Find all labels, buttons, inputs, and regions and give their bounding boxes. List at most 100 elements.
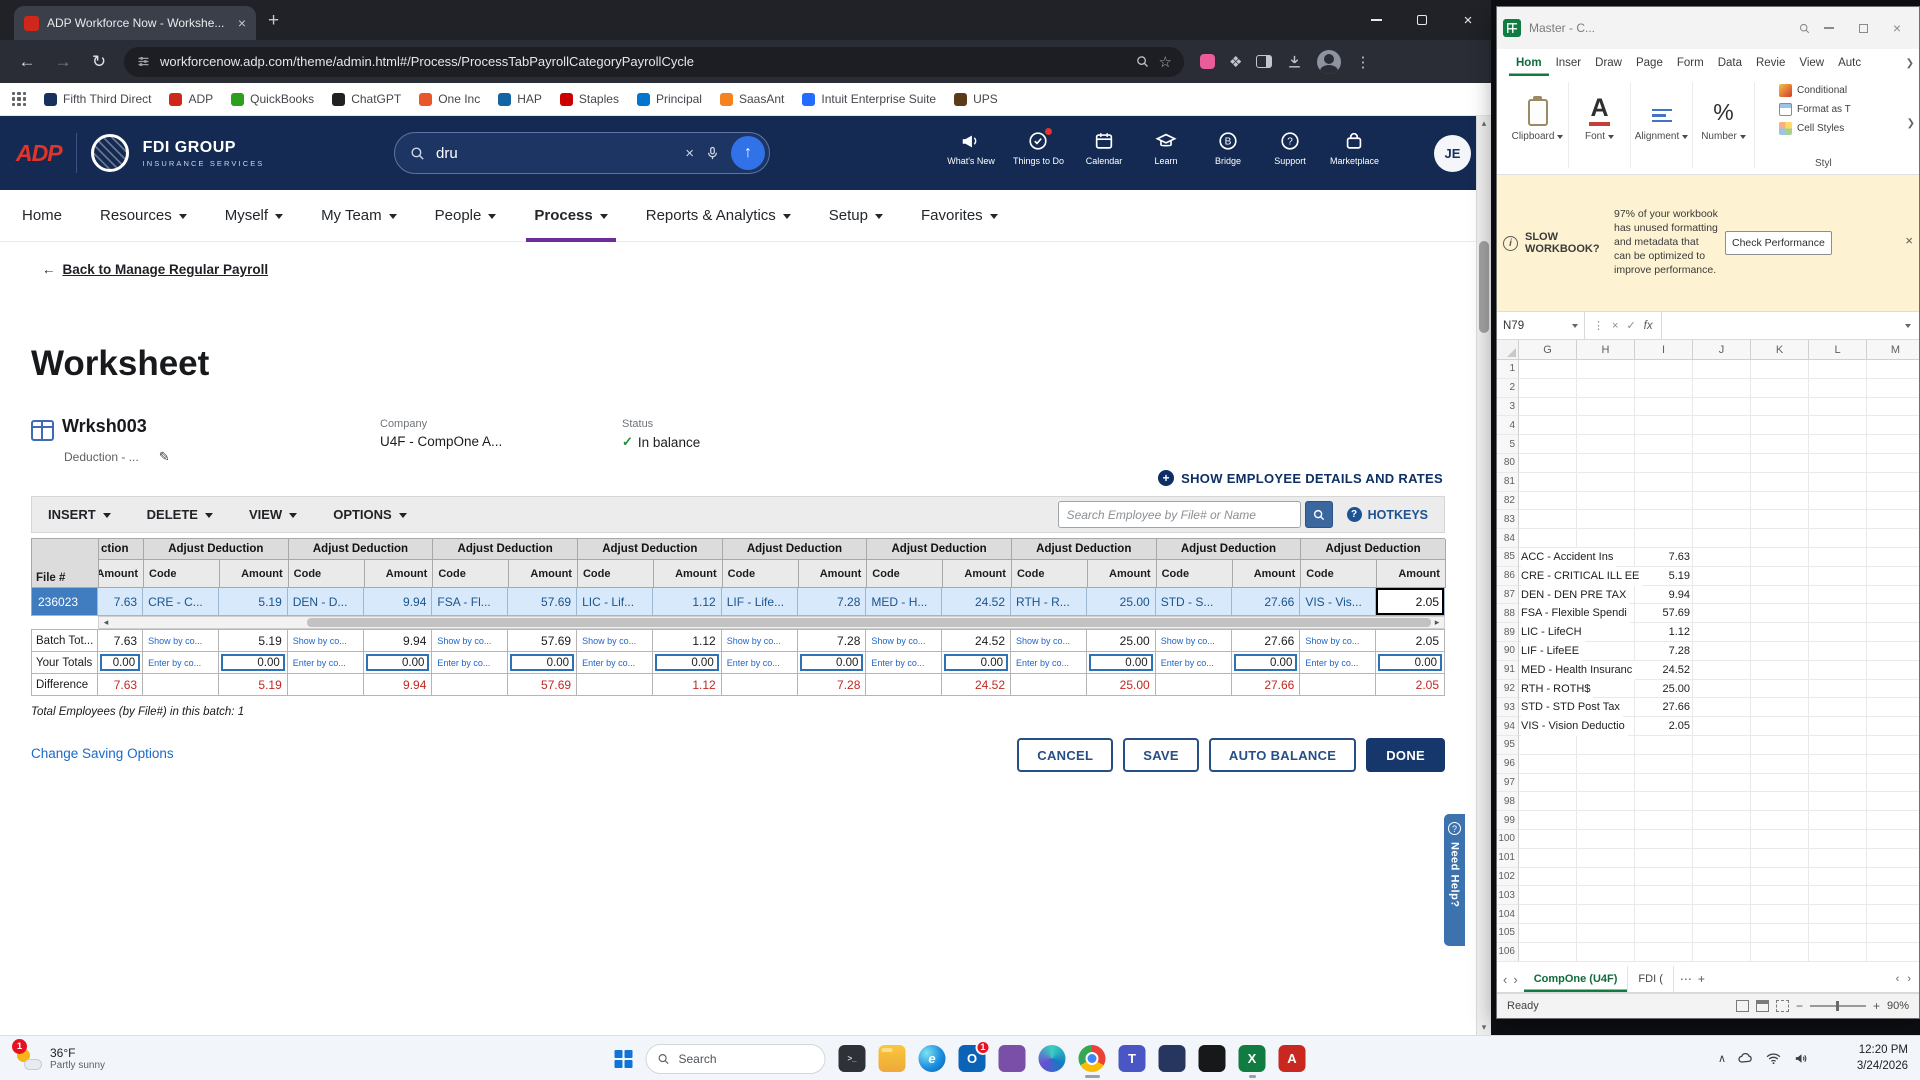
grid-cell[interactable] — [1809, 924, 1867, 943]
grid-cell[interactable] — [1751, 849, 1809, 868]
auto-balance-button[interactable]: AUTO BALANCE — [1209, 738, 1356, 772]
app-icon-black[interactable] — [1199, 1045, 1226, 1072]
your-total-amount-input[interactable]: 0.00 — [655, 654, 719, 671]
chevron-down-icon[interactable] — [1905, 324, 1911, 328]
app-icon-navy[interactable] — [1159, 1045, 1186, 1072]
show-by-code-link[interactable]: Show by co... — [577, 630, 653, 652]
grid-cell[interactable] — [1809, 454, 1867, 473]
delete-menu-button[interactable]: DELETE — [147, 507, 213, 522]
grid-cell[interactable] — [1751, 830, 1809, 849]
show-by-code-link[interactable]: Show by co... — [1300, 630, 1376, 652]
tab-close-icon[interactable]: × — [238, 16, 246, 30]
bookmark-one-inc[interactable]: One Inc — [419, 92, 480, 106]
mic-icon[interactable] — [704, 145, 721, 162]
grid-cell[interactable] — [1519, 849, 1577, 868]
grid-cell[interactable] — [1577, 623, 1635, 642]
grid-cell[interactable] — [1577, 886, 1635, 905]
row-header-97[interactable]: 97 — [1497, 774, 1519, 793]
close-icon[interactable]: × — [1905, 233, 1913, 248]
nav-item-resources[interactable]: Resources — [100, 190, 187, 242]
ribbon-button-format-as-t[interactable]: Format as T — [1779, 103, 1891, 116]
ribbon-tab-page[interactable]: Page — [1629, 57, 1670, 76]
file-explorer-icon[interactable] — [879, 1045, 906, 1072]
employee-code-cell[interactable]: MED - H... — [866, 588, 942, 616]
grid-cell[interactable] — [1809, 435, 1867, 454]
enter-by-code-link[interactable]: Enter by co... — [1156, 652, 1232, 674]
scroll-right-arrow[interactable]: ▸ — [1430, 617, 1444, 628]
row-header-93[interactable]: 93 — [1497, 698, 1519, 717]
grid-cell[interactable] — [1693, 717, 1751, 736]
tray-expand-icon[interactable]: ∧ — [1718, 1052, 1726, 1065]
grid-cell[interactable] — [1867, 755, 1919, 774]
show-by-code-link[interactable]: Show by co... — [143, 630, 219, 652]
grid-cell[interactable] — [1751, 454, 1809, 473]
row-header-92[interactable]: 92 — [1497, 680, 1519, 699]
grid-cell[interactable] — [1693, 680, 1751, 699]
grid-cell[interactable] — [1867, 548, 1919, 567]
normal-view-icon[interactable] — [1736, 1000, 1749, 1012]
fx-icon[interactable]: fx — [1644, 320, 1653, 332]
grid-cell[interactable] — [1867, 492, 1919, 511]
grid-cell[interactable] — [1635, 416, 1693, 435]
row-header-104[interactable]: 104 — [1497, 905, 1519, 924]
acrobat-icon[interactable] — [1279, 1045, 1306, 1072]
ribbon-tab-inser[interactable]: Inser — [1549, 57, 1589, 76]
scrollbar-thumb[interactable] — [1479, 241, 1489, 333]
grid-cell[interactable] — [1693, 548, 1751, 567]
maximize-button[interactable] — [1399, 0, 1445, 40]
grid-cell[interactable] — [1809, 642, 1867, 661]
grid-cell[interactable] — [1635, 905, 1693, 924]
enter-by-code-link[interactable]: Enter by co... — [722, 652, 798, 674]
grid-cell[interactable] — [1751, 943, 1809, 962]
grid-cell[interactable] — [1751, 886, 1809, 905]
row-header-90[interactable]: 90 — [1497, 642, 1519, 661]
insert-menu-button[interactable]: INSERT — [48, 507, 111, 522]
nav-item-setup[interactable]: Setup — [829, 190, 883, 242]
add-sheet-icon[interactable]: + — [1698, 972, 1705, 986]
your-total-amount-input[interactable]: 0.00 — [1234, 654, 1298, 671]
nav-item-home[interactable]: Home — [22, 190, 62, 242]
grid-cell[interactable] — [1519, 510, 1577, 529]
change-saving-options-link[interactable]: Change Saving Options — [31, 746, 174, 761]
row-header-86[interactable]: 86 — [1497, 567, 1519, 586]
grid-cell[interactable] — [1577, 868, 1635, 887]
grid-cell[interactable] — [1867, 792, 1919, 811]
grid-cell[interactable] — [1809, 774, 1867, 793]
header-item-marketplace[interactable]: Marketplace — [1330, 130, 1379, 166]
grid-cell[interactable] — [1867, 586, 1919, 605]
grid-cell[interactable] — [1635, 435, 1693, 454]
row-header-89[interactable]: 89 — [1497, 623, 1519, 642]
bookmark-quickbooks[interactable]: QuickBooks — [231, 92, 314, 106]
bookmark-fifth-third-direct[interactable]: Fifth Third Direct — [44, 92, 151, 106]
row-header-94[interactable]: 94 — [1497, 717, 1519, 736]
grid-cell[interactable] — [1635, 924, 1693, 943]
your-total-amount-input[interactable]: 0.00 — [800, 654, 864, 671]
grid-cell[interactable] — [1867, 360, 1919, 379]
ribbon-group-number[interactable]: %Number — [1693, 82, 1755, 168]
grid-cell[interactable] — [1751, 435, 1809, 454]
search-icon[interactable] — [1798, 22, 1811, 35]
ribbon-tab-hom[interactable]: Hom — [1509, 57, 1549, 76]
bookmark-ups[interactable]: UPS — [954, 92, 998, 106]
nav-item-myself[interactable]: Myself — [225, 190, 283, 242]
profile-avatar[interactable] — [1317, 50, 1341, 74]
row-header-99[interactable]: 99 — [1497, 811, 1519, 830]
select-all-corner[interactable] — [1497, 340, 1519, 359]
header-item-support[interactable]: ?Support — [1268, 130, 1312, 166]
grid-cell[interactable] — [1519, 792, 1577, 811]
your-total-amount-input[interactable]: 0.00 — [221, 654, 285, 671]
grid-cell[interactable] — [1577, 849, 1635, 868]
grid-cell[interactable] — [1867, 435, 1919, 454]
grid-cell[interactable] — [1867, 567, 1919, 586]
grid-cell[interactable] — [1867, 943, 1919, 962]
enter-by-code-link[interactable]: Enter by co... — [1300, 652, 1376, 674]
ribbon-tab-autc[interactable]: Autc — [1831, 57, 1868, 76]
grid-cell[interactable] — [1577, 943, 1635, 962]
grid-cell[interactable] — [1693, 774, 1751, 793]
grid-cell[interactable] — [1751, 379, 1809, 398]
search-submit-button[interactable]: ↑ — [731, 136, 765, 170]
column-header-G[interactable]: G — [1519, 340, 1577, 359]
grid-cell[interactable] — [1751, 473, 1809, 492]
row-header-84[interactable]: 84 — [1497, 529, 1519, 548]
grid-cell[interactable] — [1577, 811, 1635, 830]
